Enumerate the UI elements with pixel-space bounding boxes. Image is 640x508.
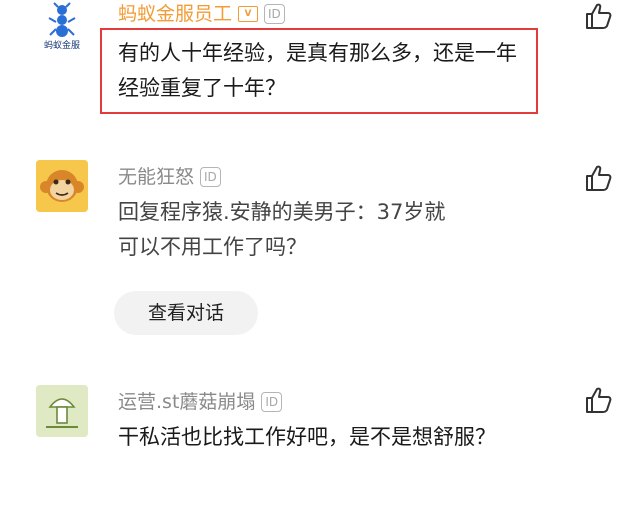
comment-text: 有的人十年经验，是真有那么多，还是一年经验重复了十年？ [118,41,517,100]
comment-text: 干私活也比找工作好吧，是不是想舒服？ [118,425,496,449]
like-button[interactable] [584,386,612,414]
comment-item: 蚂蚁金服 蚂蚁金服员工 V ID 有的人十年经验，是真有那么多，还是一年经验重复… [0,0,640,130]
comment-header: 无能狂怒 ID [118,164,221,190]
avatar-caption: 蚂蚁金服 [43,41,80,51]
avatar[interactable]: 蚂蚁金服 [36,2,88,54]
thumbs-up-icon [586,165,612,191]
mushroom-icon [36,385,88,437]
username[interactable]: 运营.st蘑菇崩塌 [118,389,255,415]
id-badge: ID [200,167,221,187]
id-badge: ID [261,392,283,412]
avatar[interactable] [36,160,88,212]
thumbs-up-icon [586,3,612,29]
comment-header: 蚂蚁金服员工 V ID [118,1,285,27]
username[interactable]: 蚂蚁金服员工 [118,1,232,27]
monkey-face-icon [36,160,88,212]
like-button[interactable] [584,2,612,30]
comment-header: 运营.st蘑菇崩塌 ID [118,389,283,415]
view-conversation-button[interactable]: 查看对话 [114,291,258,335]
username[interactable]: 无能狂怒 [118,164,194,190]
comment-item: 运营.st蘑菇崩塌 ID 干私活也比找工作好吧，是不是想舒服？ [0,380,640,508]
comment-item: 无能狂怒 ID 回复程序猿.安静的美男子：37岁就可以不用工作了吗？ [0,150,640,350]
id-badge: ID [264,4,285,24]
avatar[interactable] [36,385,88,437]
like-button[interactable] [584,164,612,192]
thumbs-up-icon [586,387,612,413]
verified-badge: V [238,6,259,22]
comment-text: 回复程序猿.安静的美男子：37岁就可以不用工作了吗？ [118,200,446,259]
